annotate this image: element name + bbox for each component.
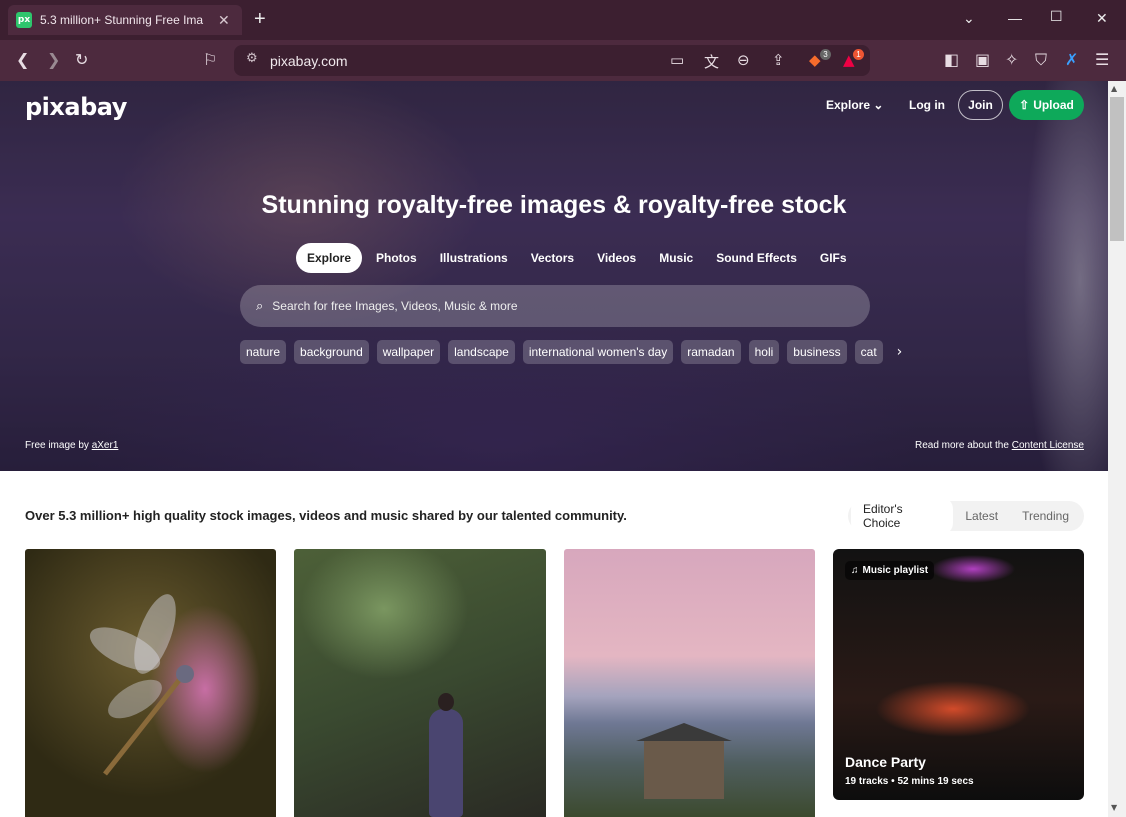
music-note-icon: ♫ — [851, 565, 859, 576]
tab-photos[interactable]: Photos — [376, 251, 417, 265]
brave-shield-icon[interactable]: ◆ — [809, 51, 821, 69]
playlist-title: Dance Party — [845, 754, 926, 770]
category-tabs: Explore Photos Illustrations Vectors Vid… — [296, 243, 870, 273]
tag-chip[interactable]: nature — [240, 340, 287, 364]
license-note: Read more about the Content License — [915, 440, 1084, 451]
join-button[interactable]: Join — [958, 90, 1003, 120]
forward-icon[interactable]: ❯ — [47, 50, 60, 70]
nav-explore-label: Explore — [826, 98, 871, 112]
browser-toolbar: ❮ ❯ ↻ ⚐ ⚙ pixabay.com ▭ 文 ⊖ ⇪ ◆ 3 ▲ 1 ◧ … — [0, 40, 1126, 81]
cast-icon[interactable]: ▭ — [670, 51, 684, 69]
scroll-up-icon[interactable]: ▲ — [1111, 84, 1117, 93]
hero-banner: pixabay Explore ⌄ Log in Join ⇧ Upload St… — [0, 81, 1108, 471]
tab-vectors[interactable]: Vectors — [531, 251, 574, 265]
upload-icon: ⇧ — [1019, 98, 1030, 112]
tab-gifs[interactable]: GIFs — [820, 251, 847, 265]
chevron-down-icon: ⌄ — [873, 98, 884, 112]
menu-icon[interactable]: ☰ — [1095, 50, 1109, 70]
search-placeholder: Search for free Images, Videos, Music & … — [272, 299, 518, 313]
music-playlist-card[interactable]: ♫ Music playlist Dance Party 19 tracks • … — [833, 549, 1084, 800]
zoom-out-icon[interactable]: ⊖ — [737, 51, 750, 69]
image-card-woman[interactable] — [294, 549, 546, 817]
translate-icon[interactable]: 文 — [704, 51, 719, 72]
image-card-mountain-barn[interactable] — [564, 549, 815, 817]
tag-chip[interactable]: landscape — [448, 340, 515, 364]
tag-chip[interactable]: cat — [854, 340, 883, 364]
tab-title: 5.3 million+ Stunning Free Ima — [40, 13, 204, 27]
credit-prefix: Free image by — [25, 440, 92, 451]
playlist-duration: 52 mins 19 secs — [897, 776, 974, 787]
tab-search-chevron-icon[interactable]: ⌄ — [963, 10, 975, 27]
tag-chip[interactable]: ramadan — [681, 340, 741, 364]
tag-chip[interactable]: international women's day — [522, 340, 674, 364]
sort-trending[interactable]: Trending — [1010, 504, 1081, 528]
login-link[interactable]: Log in — [909, 98, 945, 112]
tag-chip[interactable]: holi — [748, 340, 780, 364]
suggested-tags: nature background wallpaper landscape in… — [240, 340, 902, 364]
share-icon[interactable]: ⇪ — [772, 51, 785, 69]
community-tagline: Over 5.3 million+ high quality stock ima… — [25, 508, 627, 523]
chevron-right-icon[interactable]: › — [897, 344, 903, 360]
playlist-meta: 19 tracks • 52 mins 19 secs — [845, 776, 974, 787]
music-playlist-badge: ♫ Music playlist — [845, 561, 935, 580]
tab-music[interactable]: Music — [659, 251, 693, 265]
search-input[interactable]: ⌕ Search for free Images, Videos, Music … — [240, 285, 870, 327]
pixabay-favicon-icon: px — [16, 12, 32, 28]
maximize-icon[interactable]: ☐ — [1050, 8, 1063, 25]
minimize-icon[interactable]: — — [1008, 10, 1022, 26]
new-tab-icon[interactable]: + — [254, 8, 266, 31]
brave-shield-badge: 3 — [820, 49, 831, 60]
reload-icon[interactable]: ↻ — [75, 50, 88, 70]
close-tab-icon[interactable]: ✕ — [218, 12, 230, 29]
browser-titlebar: px 5.3 million+ Stunning Free Ima ✕ + ⌄ … — [0, 0, 1126, 40]
image-credit: Free image by aXer1 — [25, 440, 118, 451]
url-text: pixabay.com — [270, 53, 348, 69]
sidebar-icon[interactable]: ◧ — [944, 50, 959, 70]
tab-explore[interactable]: Explore — [296, 243, 363, 273]
tab-illustrations[interactable]: Illustrations — [440, 251, 508, 265]
barn-image — [636, 723, 732, 799]
leo-ai-icon[interactable]: ✧ — [1005, 50, 1018, 70]
wallet-icon[interactable]: ▣ — [975, 50, 990, 70]
extension-icon[interactable]: ✗ — [1065, 50, 1078, 70]
nav-explore-menu[interactable]: Explore ⌄ — [826, 98, 883, 112]
playlist-badge-label: Music playlist — [862, 565, 929, 576]
tab-sound-effects[interactable]: Sound Effects — [716, 251, 797, 265]
image-card-dragonfly[interactable] — [25, 549, 276, 817]
woman-figure-image — [429, 693, 463, 817]
bookmark-icon[interactable]: ⚐ — [203, 50, 217, 70]
hero-headline: Stunning royalty-free images & royalty-f… — [261, 191, 847, 219]
scrollbar-thumb[interactable] — [1110, 97, 1124, 241]
upload-label: Upload — [1033, 98, 1074, 112]
content-license-link[interactable]: Content License — [1012, 440, 1084, 451]
scroll-down-icon[interactable]: ▼ — [1111, 803, 1117, 812]
tag-chip[interactable]: business — [787, 340, 847, 364]
search-icon: ⌕ — [256, 298, 264, 314]
credit-author-link[interactable]: aXer1 — [92, 440, 119, 451]
site-info-icon[interactable]: ⚙ — [246, 51, 258, 66]
sort-editors-choice[interactable]: Editor's Choice — [851, 497, 954, 535]
license-prefix: Read more about the — [914, 440, 1012, 451]
browser-tab[interactable]: px 5.3 million+ Stunning Free Ima ✕ — [8, 5, 242, 35]
sort-latest[interactable]: Latest — [953, 504, 1010, 528]
upload-button[interactable]: ⇧ Upload — [1009, 90, 1084, 120]
sort-toggle: Editor's Choice Latest Trending — [848, 497, 1084, 535]
tag-chip[interactable]: wallpaper — [376, 340, 441, 364]
close-window-icon[interactable]: ✕ — [1096, 10, 1108, 27]
tab-videos[interactable]: Videos — [597, 251, 636, 265]
playlist-track-count: 19 tracks — [845, 776, 889, 787]
address-bar[interactable]: ⚙ pixabay.com ▭ 文 ⊖ ⇪ ◆ 3 ▲ 1 — [234, 45, 870, 76]
dragonfly-image — [89, 594, 194, 776]
tag-chip[interactable]: background — [294, 340, 369, 364]
rewards-badge: 1 — [853, 49, 864, 60]
back-icon[interactable]: ❮ — [16, 50, 29, 70]
vpn-icon[interactable]: ⛉ — [1035, 50, 1047, 70]
pixabay-logo[interactable]: pixabay — [25, 93, 127, 121]
